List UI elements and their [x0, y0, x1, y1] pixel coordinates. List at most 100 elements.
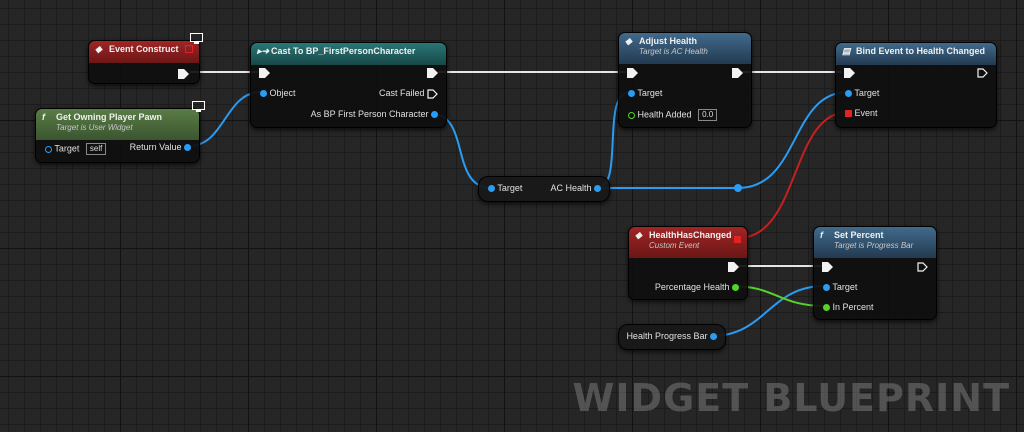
set-percent-target-label: Target — [832, 282, 858, 292]
bind-event-label: Event — [854, 108, 878, 118]
bind-event-title: Bind Event to Health Changed — [856, 46, 986, 56]
in-percent-pin[interactable]: In Percent — [823, 302, 874, 312]
get-pawn-header: f Get Owning Player Pawn Target is User … — [36, 109, 199, 140]
object-pin-icon — [710, 333, 717, 341]
adjust-target-label: Target — [637, 88, 663, 98]
object-pin-icon — [628, 90, 635, 98]
cast-failed-pin[interactable]: Cast Failed — [379, 88, 438, 99]
health-has-changed-node[interactable]: ◆ HealthHasChanged Custom Event Percenta… — [628, 226, 748, 300]
exec-in-pin[interactable] — [844, 68, 855, 78]
float-pin-icon — [628, 111, 635, 119]
delegate-pin-icon — [845, 110, 852, 118]
wire-reroute-to-bind-target — [737, 91, 849, 189]
exec-in-pin[interactable] — [259, 68, 270, 78]
return-value-label: Return Value — [129, 142, 182, 152]
event-diamond-icon: ◆ — [95, 44, 102, 54]
adjust-health-title: Adjust Health — [639, 36, 698, 46]
as-character-label: As BP First Person Character — [310, 109, 429, 119]
adjust-health-node[interactable]: ◆ Adjust Health Target is AC Health Targ… — [618, 32, 752, 128]
set-percent-header: f Set Percent Target is Progress Bar — [814, 227, 936, 258]
bind-event-pin[interactable]: Event — [845, 108, 878, 118]
event-construct-header: ◆ Event Construct — [89, 41, 199, 63]
bind-target-label: Target — [854, 88, 880, 98]
function-f-icon: f — [820, 230, 823, 240]
bind-event-header: ▤ Bind Event to Health Changed — [836, 43, 996, 65]
getter-target-pin[interactable]: Target — [488, 183, 522, 193]
object-pin-icon — [823, 284, 830, 292]
adjust-target-pin[interactable]: Target — [628, 88, 662, 98]
delegate-pin-icon[interactable] — [185, 45, 193, 53]
exec-out-pin[interactable] — [178, 69, 189, 79]
in-percent-label: In Percent — [832, 302, 874, 312]
bind-event-icon: ▤ — [842, 46, 851, 56]
bind-event-node[interactable]: ▤ Bind Event to Health Changed Target Ev… — [835, 42, 997, 128]
float-pin-icon — [732, 284, 739, 292]
health-has-changed-title: HealthHasChanged — [649, 230, 732, 240]
object-label: Object — [269, 88, 296, 98]
ac-health-getter-node[interactable]: Target AC Health — [478, 176, 610, 202]
as-character-pin[interactable]: As BP First Person Character — [311, 109, 438, 119]
event-construct-node[interactable]: ◆ Event Construct — [88, 40, 200, 84]
cast-failed-label: Cast Failed — [378, 88, 425, 98]
object-pin-icon — [488, 185, 495, 193]
object-pin-icon — [431, 111, 438, 119]
getter-target-label: Target — [497, 183, 523, 193]
exec-in-pin[interactable] — [822, 262, 833, 272]
exec-out-pin[interactable] — [732, 68, 743, 78]
function-f-icon: f — [42, 112, 45, 122]
adjust-health-subtitle: Target is AC Health — [639, 47, 708, 56]
cast-to-node[interactable]: ▸➜ Cast To BP_FirstPersonCharacter Objec… — [250, 42, 447, 128]
object-pin-icon — [594, 185, 601, 193]
object-pin-icon — [45, 145, 52, 153]
target-value-field[interactable]: self — [85, 143, 107, 155]
target-label: Target — [54, 143, 80, 154]
get-pawn-title: Get Owning Player Pawn — [56, 112, 163, 122]
get-pawn-subtitle: Target is User Widget — [56, 123, 133, 132]
cast-title: Cast To BP_FirstPersonCharacter — [271, 46, 416, 56]
object-pin-icon — [260, 90, 267, 98]
return-value-pin[interactable]: Return Value — [130, 142, 191, 152]
blueprint-graph-canvas[interactable]: ◆ Event Construct f Get Owning Player Pa… — [0, 0, 1024, 432]
exec-out-pin[interactable] — [427, 68, 438, 78]
object-pin[interactable]: Object — [260, 88, 296, 98]
object-pin-icon — [184, 144, 191, 152]
server-monitor-icon — [190, 32, 203, 44]
float-pin-icon — [823, 304, 830, 312]
exec-out-pin[interactable] — [728, 262, 739, 272]
get-owning-player-pawn-node[interactable]: f Get Owning Player Pawn Target is User … — [35, 108, 200, 163]
health-has-changed-header: ◆ HealthHasChanged Custom Event — [629, 227, 747, 258]
adjust-health-header: ◆ Adjust Health Target is AC Health — [619, 33, 751, 64]
health-added-pin[interactable]: Health Added 0.0 — [628, 109, 718, 121]
exec-in-pin[interactable] — [627, 68, 638, 78]
percentage-health-label: Percentage Health — [654, 282, 730, 292]
exec-out-outline-pin[interactable] — [977, 68, 988, 78]
health-progress-bar-node[interactable]: Health Progress Bar — [618, 324, 726, 350]
event-diamond-icon: ◆ — [625, 36, 632, 46]
server-monitor-icon — [192, 100, 205, 112]
wire-delegate-to-event — [737, 111, 849, 239]
health-added-label: Health Added — [637, 109, 692, 120]
ac-health-label: AC Health — [550, 183, 592, 193]
exec-out-outline-pin[interactable] — [917, 262, 928, 272]
set-percent-title: Set Percent — [834, 230, 884, 240]
exec-outline-icon — [427, 89, 438, 99]
health-progress-bar-label: Health Progress Bar — [626, 331, 708, 341]
target-pin[interactable]: Target self — [45, 143, 107, 155]
delegate-out-pin-icon[interactable] — [734, 236, 741, 243]
event-construct-title: Event Construct — [109, 44, 179, 54]
cast-header: ▸➜ Cast To BP_FirstPersonCharacter — [251, 43, 446, 65]
percentage-health-pin[interactable]: Percentage Health — [655, 282, 739, 292]
health-progress-bar-pin[interactable]: Health Progress Bar — [626, 331, 717, 341]
widget-blueprint-watermark: WIDGET BLUEPRINT — [572, 376, 1010, 420]
set-percent-subtitle: Target is Progress Bar — [834, 241, 914, 250]
bind-target-pin[interactable]: Target — [845, 88, 879, 98]
ac-health-pin[interactable]: AC Health — [550, 183, 601, 193]
set-percent-node[interactable]: f Set Percent Target is Progress Bar Tar… — [813, 226, 937, 320]
reroute-knot[interactable] — [734, 184, 742, 192]
object-pin-icon — [845, 90, 852, 98]
event-diamond-icon: ◆ — [635, 230, 642, 240]
health-added-value-field[interactable]: 0.0 — [698, 109, 718, 121]
cast-arrow-icon: ▸➜ — [257, 46, 270, 56]
set-percent-target-pin[interactable]: Target — [823, 282, 857, 292]
health-has-changed-subtitle: Custom Event — [649, 241, 700, 250]
